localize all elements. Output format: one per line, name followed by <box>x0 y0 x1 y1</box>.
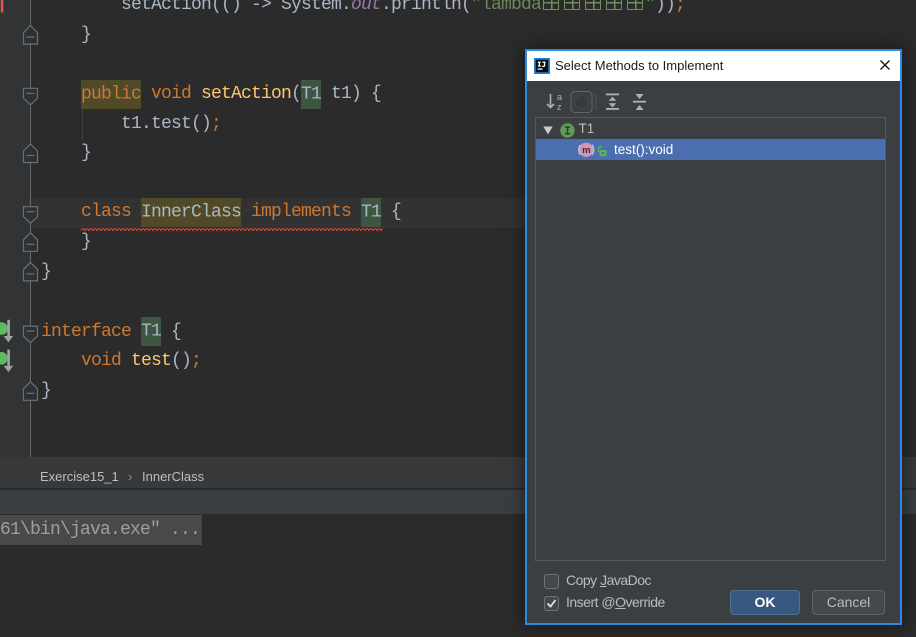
svg-text:m: m <box>582 145 590 156</box>
svg-text:z: z <box>557 102 562 112</box>
svg-text:a: a <box>557 92 562 102</box>
